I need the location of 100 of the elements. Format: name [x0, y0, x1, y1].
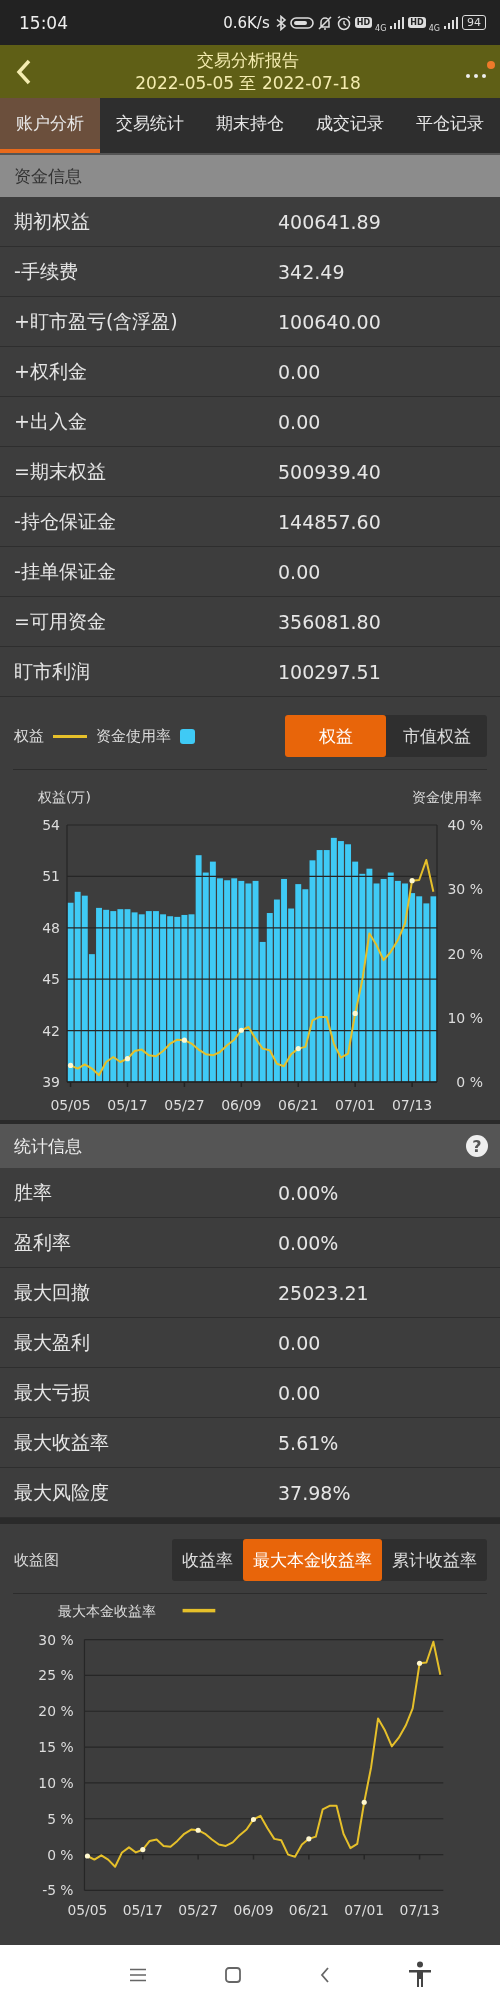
row-value: 5.61%: [277, 1431, 339, 1454]
x-axis-label: 05/17: [122, 1902, 163, 1919]
row-value: 0.00: [277, 560, 321, 583]
row-label: +权利金: [13, 358, 88, 384]
row-value: 342.49: [277, 260, 345, 283]
y-axis-label: 51: [42, 868, 60, 885]
x-axis-label: 06/21: [288, 1902, 329, 1919]
row-label: +盯市盈亏(含浮盈): [13, 308, 179, 334]
data-point-marker: [84, 1853, 90, 1859]
y-axis-label: 54: [42, 817, 60, 833]
tab[interactable]: 成交记录: [300, 98, 400, 153]
row-label: =可用资金: [13, 608, 107, 634]
y-axis-label: 48: [42, 919, 60, 936]
axis-title: 权益(万): [38, 789, 91, 805]
x-axis-label: 05/05: [67, 1902, 108, 1919]
data-point-marker: [361, 1799, 367, 1805]
row-label: 最大回撤: [13, 1279, 91, 1305]
chart-tab[interactable]: 累计收益率: [382, 1539, 487, 1581]
row-value: 0.00%: [277, 1181, 339, 1204]
data-point-marker: [140, 1846, 146, 1853]
y-axis-label: 40 %: [447, 817, 483, 833]
y-axis-label: 15 %: [38, 1739, 74, 1756]
y-axis-label: 45: [42, 971, 60, 988]
x-axis-label: 07/01: [335, 1097, 376, 1113]
battery-indicator: 94: [462, 15, 486, 30]
y-axis-label: 10 %: [38, 1774, 74, 1791]
y-axis-label: 25 %: [38, 1667, 74, 1684]
capsule-icon: [289, 15, 314, 30]
y-axis-label: 42: [42, 1022, 60, 1039]
tab[interactable]: 期末持仓: [200, 98, 300, 153]
row-value: 144857.60: [277, 510, 381, 533]
row-label: +出入金: [13, 408, 88, 434]
network-type: 4G: [375, 24, 387, 33]
x-axis-label: 05/05: [50, 1097, 91, 1113]
row-label: 盯市利润: [13, 658, 91, 684]
home-icon[interactable]: [223, 1966, 242, 1984]
status-time: 15:04: [19, 12, 68, 33]
y-axis-label: 10 %: [447, 1009, 483, 1026]
row-value: 0.00%: [277, 1231, 339, 1254]
y-axis-label: 20 %: [38, 1703, 74, 1720]
back-icon[interactable]: [318, 1966, 331, 1984]
section-title: 统计信息: [14, 1134, 82, 1158]
row-label: 最大风险度: [13, 1479, 110, 1505]
y-axis-label: 0 %: [47, 1846, 74, 1863]
row-value: 100640.00: [277, 310, 381, 333]
legend-label: 资金使用率: [96, 726, 171, 746]
toggle-button[interactable]: 市值权益: [386, 715, 487, 757]
x-axis-label: 07/01: [344, 1902, 385, 1919]
row-value: 500939.40: [277, 460, 381, 483]
y-axis-label: -5 %: [42, 1882, 74, 1899]
row-value: 400641.89: [277, 210, 381, 233]
y-axis-label: 0 %: [456, 1074, 483, 1090]
tab[interactable]: 交易统计: [100, 98, 200, 153]
data-point-marker: [124, 1056, 131, 1062]
data-point-marker: [306, 1836, 312, 1842]
data-point-marker: [67, 1062, 74, 1068]
row-label: 期初权益: [13, 208, 91, 234]
signal-icon: [443, 15, 459, 30]
x-axis-label: 05/27: [164, 1097, 205, 1113]
date-range: 2022-05-05 至 2022-07-18: [135, 71, 361, 95]
row-label: =期末权益: [13, 458, 107, 484]
tab[interactable]: 账户分析: [0, 98, 100, 153]
row-label: -持仓保证金: [13, 508, 117, 534]
x-axis-label: 06/09: [233, 1902, 274, 1919]
chart-title: 收益图: [14, 1550, 59, 1570]
row-value: 25023.21: [277, 1281, 369, 1304]
row-value: 0.00: [277, 1331, 321, 1354]
data-point-marker: [195, 1827, 201, 1833]
row-label: 最大收益率: [13, 1429, 110, 1455]
legend-line-icon: [53, 734, 87, 738]
axis-title: 资金使用率: [412, 789, 482, 805]
y-axis-label: 5 %: [47, 1810, 74, 1827]
menu-icon[interactable]: [128, 1968, 147, 1982]
row-value: 0.00: [277, 1381, 321, 1404]
alarm-icon: [335, 14, 352, 31]
help-button[interactable]: ?: [466, 1135, 488, 1157]
bell-off-icon: [316, 14, 333, 31]
y-axis-label: 20 %: [447, 945, 483, 962]
x-axis-label: 07/13: [399, 1902, 440, 1919]
data-point-marker: [181, 1037, 187, 1043]
row-label: 最大盈利: [13, 1329, 91, 1355]
section-title: 资金信息: [14, 164, 82, 188]
hd-badge: HD: [408, 17, 426, 28]
chart-tab[interactable]: 收益率: [172, 1539, 243, 1581]
tab[interactable]: 平仓记录: [400, 98, 500, 153]
row-value: 0.00: [277, 360, 321, 383]
row-label: -手续费: [13, 258, 79, 284]
row-label: 胜率: [13, 1179, 53, 1205]
legend-label: 权益: [14, 726, 44, 746]
row-value: 0.00: [277, 410, 321, 433]
y-axis-label: 30 %: [38, 1631, 74, 1648]
legend-swatch-icon: [180, 728, 195, 744]
legend-label: 最大本金收益率: [57, 1602, 156, 1619]
row-value: 37.98%: [277, 1481, 351, 1504]
row-value: 100297.51: [277, 660, 381, 683]
x-axis-label: 07/13: [391, 1097, 433, 1113]
data-point-marker: [417, 1660, 423, 1666]
row-label: -挂单保证金: [13, 558, 117, 584]
bluetooth-icon: [274, 14, 287, 31]
accessibility-icon[interactable]: [407, 1961, 432, 1989]
